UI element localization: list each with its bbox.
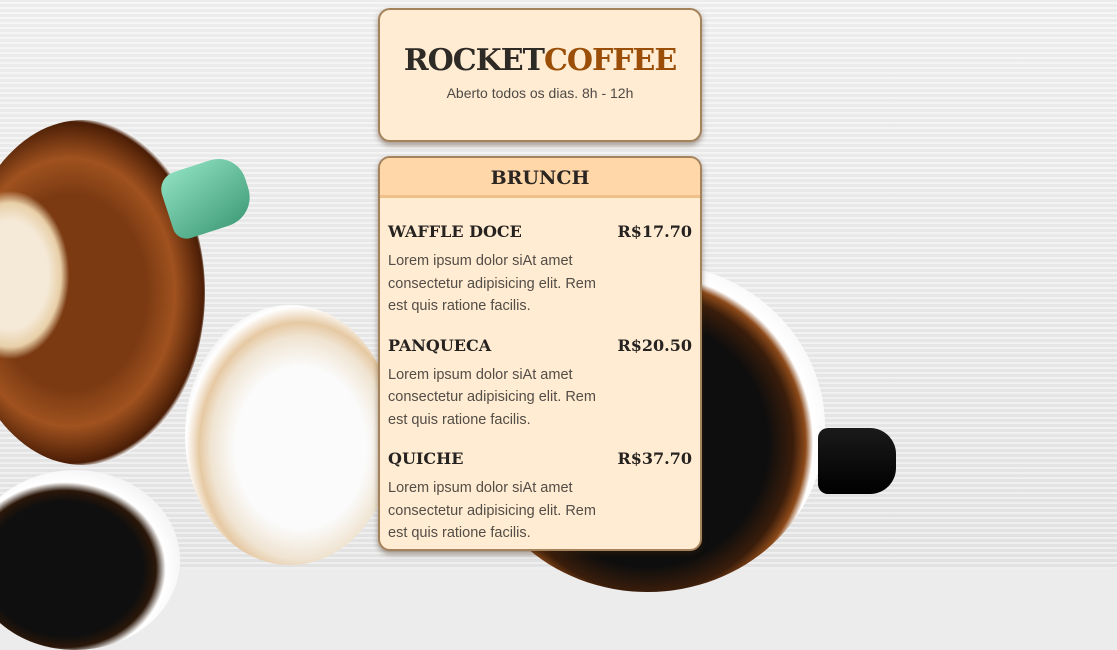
menu-item: WAFFLE DOCE R$17.70 Lorem ipsum dolor si… — [388, 222, 692, 318]
brand-coffee: COFFEE — [543, 43, 677, 78]
cappuccino-cup-image — [185, 305, 395, 565]
menu-item-price: R$37.70 — [617, 449, 692, 468]
menu-item: QUICHE R$37.70 Lorem ipsum dolor siAt am… — [388, 449, 692, 545]
menu-section-title: BRUNCH — [380, 158, 700, 198]
espresso-cup-image — [0, 470, 180, 650]
menu-item-price: R$17.70 — [617, 222, 692, 241]
menu-item-description: Lorem ipsum dolor siAt amet consectetur … — [388, 480, 596, 541]
menu-item-price: R$20.50 — [617, 335, 692, 355]
menu-item-description: Lorem ipsum dolor siAt amet consectetur … — [388, 366, 596, 428]
menu-item-list: WAFFLE DOCE R$17.70 Lorem ipsum dolor si… — [380, 198, 700, 545]
menu-item-name: PANQUECA — [388, 335, 492, 355]
menu-item: PANQUECA R$20.50 Lorem ipsum dolor siAt … — [388, 336, 692, 432]
brand-rocket: ROCKET — [403, 43, 545, 78]
menu-item-name: QUICHE — [388, 449, 464, 468]
black-mug-handle — [818, 428, 896, 494]
latte-art-heart — [0, 190, 70, 360]
menu-item-name: WAFFLE DOCE — [388, 222, 522, 241]
header-card: ROCKETCOFFEE Aberto todos os dias. 8h - … — [378, 8, 702, 142]
menu-item-description: Lorem ipsum dolor siAt amet consectetur … — [388, 253, 596, 314]
opening-hours: Aberto todos os dias. 8h - 12h — [446, 85, 634, 101]
brand-logo: ROCKETCOFFEE — [380, 43, 700, 78]
menu-card: BRUNCH WAFFLE DOCE R$17.70 Lorem ipsum d… — [378, 156, 702, 551]
